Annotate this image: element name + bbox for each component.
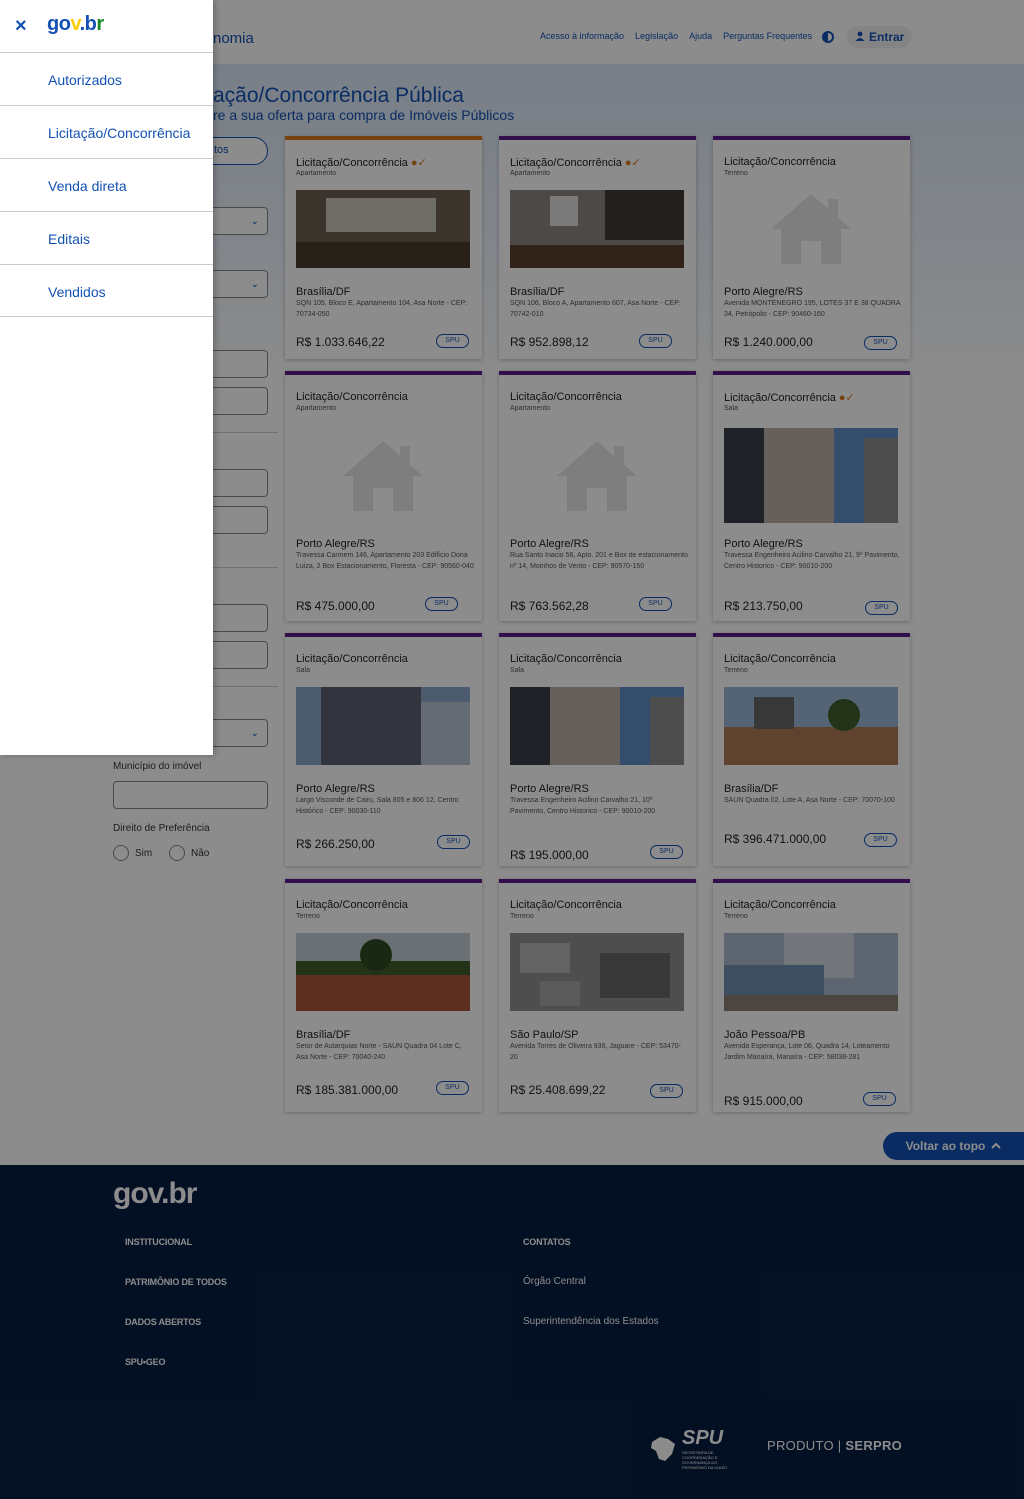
menu-item-label: Licitação/Concorrência [48, 125, 191, 141]
menu-item-venda-direta[interactable]: Venda direta [0, 158, 213, 211]
menu-item-editais[interactable]: Editais [0, 211, 213, 264]
menu-item-vendidos[interactable]: Vendidos [0, 264, 213, 317]
menu-item-label: Autorizados [48, 72, 122, 88]
logo-part: go [47, 13, 71, 35]
menu-item-label: Vendidos [48, 284, 106, 300]
close-icon[interactable]: × [15, 14, 27, 38]
side-menu: × gov.br Autorizados Licitação/Concorrên… [0, 0, 213, 755]
menu-item-label: Editais [48, 231, 91, 247]
logo-part: r [96, 13, 104, 35]
menu-item-licitacao[interactable]: Licitação/Concorrência [0, 105, 213, 158]
govbr-logo[interactable]: gov.br [47, 13, 104, 36]
logo-part: .b [79, 13, 97, 35]
menu-item-autorizados[interactable]: Autorizados [0, 52, 213, 105]
menu-item-label: Venda direta [48, 178, 127, 194]
logo-part: v [70, 13, 80, 35]
